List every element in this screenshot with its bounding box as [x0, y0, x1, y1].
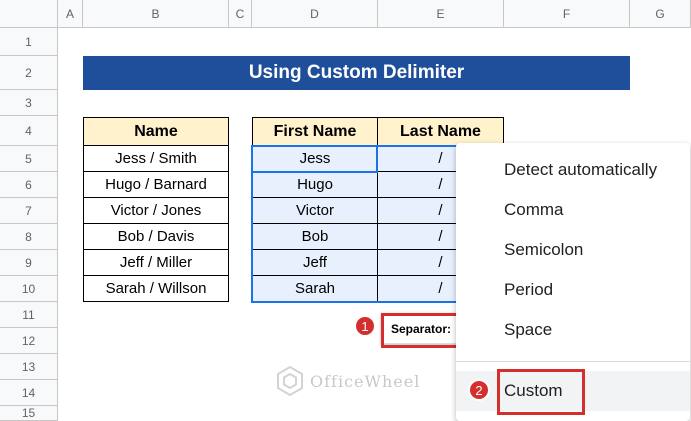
row-header-13[interactable]: 13: [0, 354, 58, 380]
menu-item-space[interactable]: Space: [456, 310, 690, 350]
row-header-6[interactable]: 6: [0, 172, 58, 198]
name-cell[interactable]: Jeff / Miller: [83, 250, 229, 276]
name-cell[interactable]: Sarah / Willson: [83, 276, 229, 302]
name-cell[interactable]: Victor / Jones: [83, 198, 229, 224]
column-header-f[interactable]: F: [504, 0, 630, 28]
last-name-header-cell[interactable]: Last Name: [377, 117, 504, 146]
row-header-8[interactable]: 8: [0, 224, 58, 250]
row-header-14[interactable]: 14: [0, 380, 58, 406]
row-header-10[interactable]: 10: [0, 276, 58, 302]
watermark-logo: OfficeWheel: [276, 364, 436, 398]
column-header-g[interactable]: G: [630, 0, 691, 28]
menu-item-period[interactable]: Period: [456, 270, 690, 310]
row-header-5[interactable]: 5: [0, 146, 58, 172]
separator-highlight-box: [381, 313, 461, 348]
step-badge-1: 1: [354, 315, 376, 337]
row-header-12[interactable]: 12: [0, 328, 58, 354]
first-name-header-cell[interactable]: First Name: [252, 117, 378, 146]
name-cell[interactable]: Jess / Smith: [83, 146, 229, 172]
name-header-cell[interactable]: Name: [83, 117, 229, 146]
row-header-4[interactable]: 4: [0, 116, 58, 146]
row-header-15[interactable]: 15: [0, 406, 58, 421]
column-header-b[interactable]: B: [83, 0, 229, 28]
row-header-9[interactable]: 9: [0, 250, 58, 276]
active-cell-outline: [251, 145, 378, 173]
select-all-corner[interactable]: [0, 0, 58, 28]
row-header-3[interactable]: 3: [0, 90, 58, 116]
column-header-a[interactable]: A: [58, 0, 83, 28]
row-header-7[interactable]: 7: [0, 198, 58, 224]
custom-highlight-box: [497, 369, 585, 415]
column-header-d[interactable]: D: [252, 0, 378, 28]
menu-item-semicolon[interactable]: Semicolon: [456, 230, 690, 270]
column-header-e[interactable]: E: [378, 0, 504, 28]
menu-divider: [456, 361, 690, 362]
row-header-1[interactable]: 1: [0, 28, 58, 56]
title-text: Using Custom Delimiter: [248, 62, 465, 83]
name-cell[interactable]: Bob / Davis: [83, 224, 229, 250]
watermark-text: OfficeWheel: [310, 371, 421, 391]
menu-item-comma[interactable]: Comma: [456, 190, 690, 230]
menu-item-detect-automatically[interactable]: Detect automatically: [456, 150, 690, 190]
officewheel-logo-icon: [277, 365, 303, 397]
row-header-2[interactable]: 2: [0, 56, 58, 90]
title-banner[interactable]: Using Custom Delimiter: [83, 56, 630, 90]
column-header-c[interactable]: C: [229, 0, 252, 28]
row-header-11[interactable]: 11: [0, 302, 58, 328]
name-cell[interactable]: Hugo / Barnard: [83, 172, 229, 198]
step-badge-2: 2: [468, 379, 490, 401]
